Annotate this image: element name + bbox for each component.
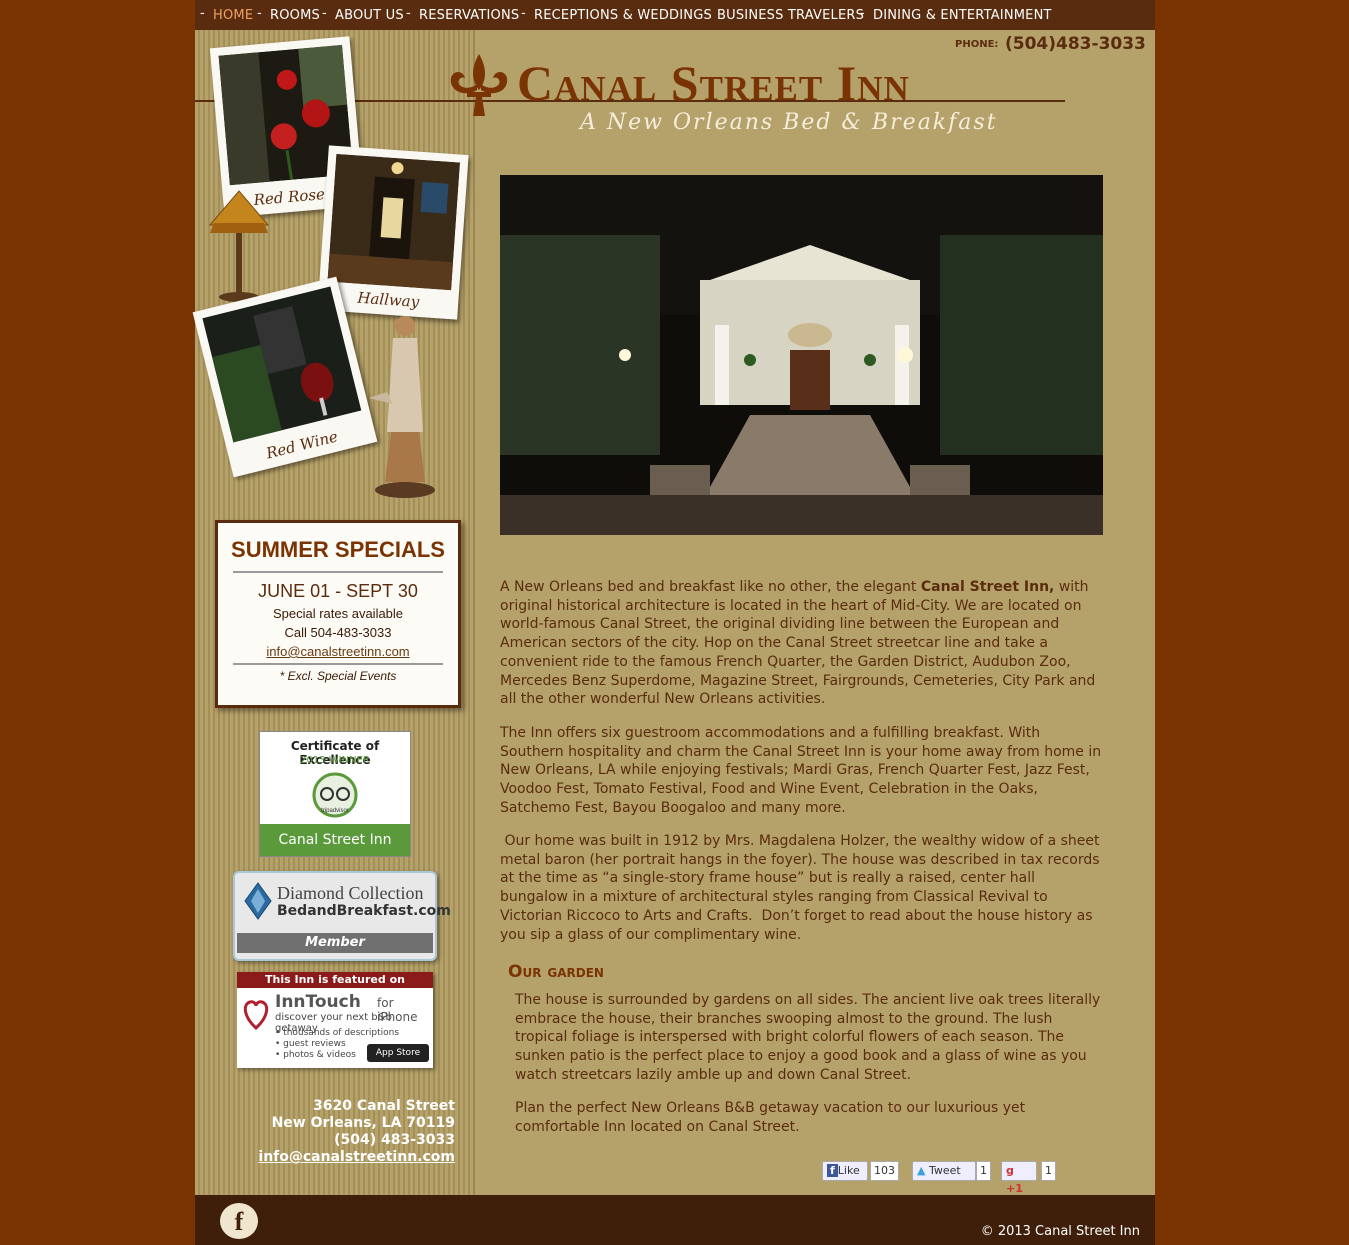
diamond-member-label: Member: [237, 933, 433, 953]
address-email-link[interactable]: info@canalstreetinn.com: [195, 1149, 455, 1166]
nav-separator: -: [257, 6, 262, 21]
specials-email-link[interactable]: info@canalstreetinn.com: [218, 644, 458, 659]
nav-business-travelers[interactable]: BUSINESS TRAVELERS: [717, 8, 864, 23]
tripadvisor-inn-name: Canal Street Inn: [260, 824, 410, 856]
specials-dates: JUNE 01 - SEPT 30: [258, 581, 418, 601]
header-phone-number[interactable]: (504)483-3033: [1005, 34, 1146, 54]
hallway-photo: [327, 153, 461, 291]
nav-separator: -: [860, 6, 865, 21]
nav-receptions-weddings[interactable]: RECEPTIONS & WEDDINGS: [534, 8, 712, 23]
specials-note: * Excl. Special Events: [279, 669, 397, 683]
inntouch-featured-label: This Inn is featured on: [237, 972, 433, 988]
google-plus-icon: g: [1006, 1164, 1014, 1177]
specials-rates: Special rates available: [272, 606, 404, 621]
nav-separator: -: [704, 6, 709, 21]
facebook-icon: f: [827, 1164, 838, 1177]
inn-exterior-night-photo: [500, 175, 1103, 535]
red-wine-photo: [202, 286, 362, 443]
heart-key-icon: [243, 1000, 269, 1031]
tripadvisor-owl-icon: tripadvisor: [312, 772, 358, 818]
tiffany-lamp-icon: [208, 190, 270, 302]
facebook-icon[interactable]: f: [220, 1203, 258, 1239]
address-city: New Orleans, LA 70119: [271, 1115, 455, 1131]
twitter-bird-icon: ▲: [917, 1164, 926, 1177]
nav-separator: -: [322, 6, 327, 21]
garden-heading: Our garden: [508, 962, 604, 982]
tripadvisor-badge[interactable]: Certificate of Excellence 2013 WINNER tr…: [259, 731, 411, 857]
nav-reservations[interactable]: RESERVATIONS: [419, 8, 519, 23]
summer-specials-box: SUMMER SPECIALS JUNE 01 - SEPT 30 Specia…: [215, 520, 461, 708]
nav-home[interactable]: HOME: [213, 8, 253, 23]
nav-about-us[interactable]: ABOUT US: [335, 8, 404, 23]
page-wrapper: - HOME - ROOMS - ABOUT US - RESERVATIONS…: [192, 0, 1155, 1245]
intro-paragraph: A New Orleans bed and breakfast like no …: [500, 579, 1096, 708]
tweet-count: 1: [976, 1161, 991, 1181]
fleur-de-lis-logo-icon: [450, 54, 508, 116]
app-store-button[interactable]: App Store: [367, 1044, 429, 1062]
like-count: 103: [870, 1161, 899, 1181]
footer: f © 2013 Canal Street Inn: [195, 1195, 1155, 1245]
column-divider: [473, 30, 475, 1195]
site-subtitle: A New Orleans Bed & Breakfast: [580, 110, 998, 135]
specials-divider: [233, 663, 443, 665]
top-navigation: - HOME - ROOMS - ABOUT US - RESERVATIONS…: [195, 0, 1155, 30]
nav-dining-entertainment[interactable]: DINING & ENTERTAINMENT: [873, 8, 1052, 23]
specials-divider: [233, 571, 443, 573]
tweet-button[interactable]: ▲ Tweet: [912, 1161, 976, 1181]
diamond-collection-title: Diamond Collection: [277, 883, 424, 903]
address-block: 3620 Canal Street New Orleans, LA 70119 …: [195, 1098, 455, 1166]
plus-one-count: 1: [1041, 1161, 1056, 1181]
address-street: 3620 Canal Street: [312, 1098, 455, 1114]
tripadvisor-brand: tripadvisor: [321, 808, 349, 814]
nav-separator: -: [406, 6, 411, 21]
history-paragraph: Our home was built in 1912 by Mrs. Magda…: [500, 833, 1104, 943]
accommodations-paragraph: The Inn offers six guestroom accommodati…: [500, 725, 1102, 816]
nav-separator: -: [521, 6, 526, 21]
facebook-like-button[interactable]: f Like: [822, 1161, 868, 1181]
nav-separator: -: [200, 6, 205, 21]
garden-paragraph: The house is surrounded by gardens on al…: [515, 992, 1101, 1083]
phone-label: PHONE:: [955, 39, 999, 50]
statue-figurine-icon: [369, 316, 435, 498]
nav-rooms[interactable]: ROOMS: [270, 8, 320, 23]
specials-phone: Call 504-483-3033: [284, 625, 392, 640]
tripadvisor-winner: 2013 WINNER: [300, 755, 370, 766]
inntouch-feature: • thousands of descriptions: [275, 1028, 400, 1038]
inntouch-badge[interactable]: This Inn is featured on InnTouch for iPh…: [237, 972, 433, 1068]
address-phone: (504) 483-3033: [334, 1132, 455, 1148]
copyright-text: © 2013 Canal Street Inn: [980, 1224, 1140, 1239]
inntouch-name: InnTouch: [275, 992, 361, 1012]
diamond-collection-site: BedandBreakfast.com: [277, 903, 451, 919]
diamond-icon: [244, 882, 272, 920]
google-plus-one-button[interactable]: g +1: [1001, 1161, 1037, 1195]
specials-title: SUMMER SPECIALS: [231, 537, 445, 562]
site-title-logo[interactable]: Canal Street Inn: [517, 54, 910, 112]
getaway-paragraph: Plan the perfect New Orleans B&B getaway…: [515, 1100, 1026, 1135]
diamond-collection-badge[interactable]: Diamond Collection BedandBreakfast.com M…: [233, 871, 451, 961]
